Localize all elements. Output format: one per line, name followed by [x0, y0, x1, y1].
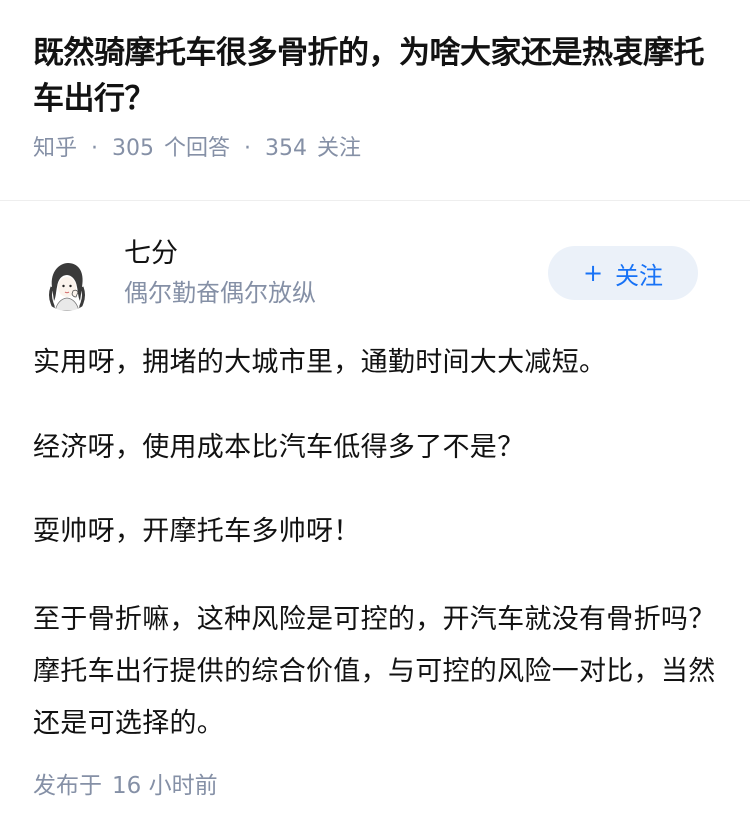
answer-paragraph: 实用呀，拥堵的大城市里，通勤时间大大减短。	[33, 347, 607, 378]
publish-time-value: 16 小时前	[112, 773, 218, 799]
answer-paragraph: 耍帅呀，开摩托车多帅呀！	[33, 516, 361, 547]
avatar[interactable]	[40, 257, 94, 311]
author-name[interactable]: 七分	[124, 237, 178, 271]
publish-time: 发布于 16 小时前	[33, 771, 218, 801]
source-label[interactable]: 知乎	[33, 134, 77, 164]
follow-count: 354	[265, 136, 308, 161]
answer-page: 既然骑摩托车很多骨折的，为啥大家还是热衷摩托车出行？ 知乎 · 305 个回答 …	[0, 0, 750, 838]
meta-separator: ·	[244, 136, 252, 161]
answer-count: 305	[112, 136, 155, 161]
avatar-illustration-icon	[40, 257, 94, 311]
answer-card: 七分 偶尔勤奋偶尔放纵 + 关注 实用呀，拥堵的大城市里，通勤时间大大减短。 经…	[0, 201, 750, 739]
plus-icon: +	[582, 259, 604, 287]
author-bio: 偶尔勤奋偶尔放纵	[124, 279, 316, 307]
answer-paragraph: 经济呀，使用成本比汽车低得多了不是？	[33, 432, 525, 463]
author-row: 七分 偶尔勤奋偶尔放纵 + 关注	[0, 201, 750, 311]
publish-label: 发布于	[33, 773, 102, 799]
answer-paragraph: 至于骨折嘛，这种风险是可控的，开汽车就没有骨折吗？摩托车出行提供的综合价值，与可…	[33, 604, 716, 739]
follow-count-label: 关注	[317, 136, 362, 161]
question-meta: 知乎 · 305 个回答 · 354 关注	[33, 134, 717, 164]
follow-button-label: 关注	[615, 261, 664, 290]
question-title[interactable]: 既然骑摩托车很多骨折的，为啥大家还是热衷摩托车出行？	[33, 30, 717, 122]
question-header: 既然骑摩托车很多骨折的，为啥大家还是热衷摩托车出行？ 知乎 · 305 个回答 …	[0, 0, 750, 164]
answer-count-label: 个回答	[164, 136, 231, 161]
meta-separator: ·	[91, 136, 99, 161]
follow-button[interactable]: + 关注	[548, 246, 698, 300]
